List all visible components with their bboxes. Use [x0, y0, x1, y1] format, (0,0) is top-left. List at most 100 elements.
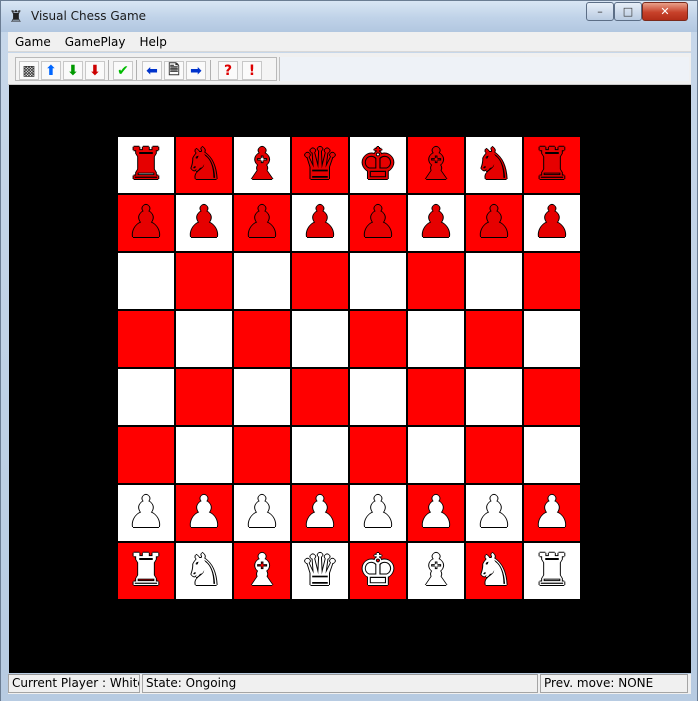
square-e2[interactable]: ♟ [349, 484, 407, 542]
square-a8[interactable]: ♜ [117, 136, 175, 194]
square-g1[interactable]: ♞ [465, 542, 523, 600]
square-h5[interactable] [523, 310, 581, 368]
white-knight-icon[interactable]: ♞ [184, 549, 223, 593]
square-e3[interactable] [349, 426, 407, 484]
square-b7[interactable]: ♟ [175, 194, 233, 252]
square-b5[interactable] [175, 310, 233, 368]
square-d2[interactable]: ♟ [291, 484, 349, 542]
hint-button[interactable]: ? [218, 61, 238, 80]
black-pawn-icon[interactable]: ♟ [358, 201, 397, 245]
square-e8[interactable]: ♚ [349, 136, 407, 194]
black-pawn-icon[interactable]: ♟ [184, 201, 223, 245]
square-e6[interactable] [349, 252, 407, 310]
black-queen-icon[interactable]: ♛ [300, 143, 339, 187]
square-h7[interactable]: ♟ [523, 194, 581, 252]
square-f5[interactable] [407, 310, 465, 368]
white-knight-icon[interactable]: ♞ [474, 549, 513, 593]
square-f1[interactable]: ♝ [407, 542, 465, 600]
black-knight-icon[interactable]: ♞ [474, 143, 513, 187]
maximize-button[interactable]: □ [614, 2, 642, 21]
black-pawn-icon[interactable]: ♟ [242, 201, 281, 245]
square-g8[interactable]: ♞ [465, 136, 523, 194]
white-rook-icon[interactable]: ♜ [532, 549, 571, 593]
square-c3[interactable] [233, 426, 291, 484]
square-h8[interactable]: ♜ [523, 136, 581, 194]
square-e5[interactable] [349, 310, 407, 368]
square-b6[interactable] [175, 252, 233, 310]
square-a5[interactable] [117, 310, 175, 368]
square-g7[interactable]: ♟ [465, 194, 523, 252]
black-pawn-icon[interactable]: ♟ [416, 201, 455, 245]
black-knight-icon[interactable]: ♞ [184, 143, 223, 187]
square-d3[interactable] [291, 426, 349, 484]
square-g4[interactable] [465, 368, 523, 426]
square-h1[interactable]: ♜ [523, 542, 581, 600]
square-f6[interactable] [407, 252, 465, 310]
square-c5[interactable] [233, 310, 291, 368]
chess-board[interactable]: ♜ ♞ ♝ ♛ ♚ ♝ ♞ ♜ ♟ ♟ ♟ ♟ ♟ ♟ ♟ ♟ ♟ ♟ ♟ ♟ ♟ ♟ ♟ ♟ ♜ ♞ ♝ ♛ ♚ ♝ ♞ ♜ [117, 136, 581, 600]
square-c7[interactable]: ♟ [233, 194, 291, 252]
load-game-button[interactable]: ⬇ [63, 61, 83, 80]
square-g3[interactable] [465, 426, 523, 484]
square-g6[interactable] [465, 252, 523, 310]
square-g2[interactable]: ♟ [465, 484, 523, 542]
square-e4[interactable] [349, 368, 407, 426]
white-bishop-icon[interactable]: ♝ [242, 549, 281, 593]
square-h3[interactable] [523, 426, 581, 484]
save-game-button[interactable]: ⬇ [85, 61, 105, 80]
black-rook-icon[interactable]: ♜ [126, 143, 165, 187]
square-h2[interactable]: ♟ [523, 484, 581, 542]
white-pawn-icon[interactable]: ♟ [532, 491, 571, 535]
square-b4[interactable] [175, 368, 233, 426]
black-pawn-icon[interactable]: ♟ [474, 201, 513, 245]
square-f8[interactable]: ♝ [407, 136, 465, 194]
black-pawn-icon[interactable]: ♟ [300, 201, 339, 245]
black-bishop-icon[interactable]: ♝ [242, 143, 281, 187]
square-e1[interactable]: ♚ [349, 542, 407, 600]
square-c6[interactable] [233, 252, 291, 310]
white-queen-icon[interactable]: ♛ [300, 549, 339, 593]
square-a1[interactable]: ♜ [117, 542, 175, 600]
white-rook-icon[interactable]: ♜ [126, 549, 165, 593]
alert-button[interactable]: ! [242, 61, 262, 80]
white-pawn-icon[interactable]: ♟ [184, 491, 223, 535]
square-h4[interactable] [523, 368, 581, 426]
square-d7[interactable]: ♟ [291, 194, 349, 252]
square-b1[interactable]: ♞ [175, 542, 233, 600]
square-d5[interactable] [291, 310, 349, 368]
square-h6[interactable] [523, 252, 581, 310]
white-pawn-icon[interactable]: ♟ [126, 491, 165, 535]
square-c8[interactable]: ♝ [233, 136, 291, 194]
upload-button[interactable]: ⬆ [41, 61, 61, 80]
square-f4[interactable] [407, 368, 465, 426]
square-d4[interactable] [291, 368, 349, 426]
title-bar[interactable]: ♜ Visual Chess Game – □ ✕ [1, 1, 697, 32]
square-a6[interactable] [117, 252, 175, 310]
white-pawn-icon[interactable]: ♟ [416, 491, 455, 535]
square-b2[interactable]: ♟ [175, 484, 233, 542]
square-f2[interactable]: ♟ [407, 484, 465, 542]
undo-move-button[interactable]: ⬅ [142, 61, 162, 80]
square-c1[interactable]: ♝ [233, 542, 291, 600]
square-a2[interactable]: ♟ [117, 484, 175, 542]
black-rook-icon[interactable]: ♜ [532, 143, 571, 187]
redo-move-button[interactable]: ➡ [186, 61, 206, 80]
square-c2[interactable]: ♟ [233, 484, 291, 542]
move-list-button[interactable]: 🗎 [164, 61, 184, 80]
new-board-button[interactable]: ▩ [19, 61, 39, 80]
white-pawn-icon[interactable]: ♟ [474, 491, 513, 535]
confirm-move-button[interactable]: ✔ [113, 61, 133, 80]
square-f3[interactable] [407, 426, 465, 484]
square-g5[interactable] [465, 310, 523, 368]
white-pawn-icon[interactable]: ♟ [358, 491, 397, 535]
square-d1[interactable]: ♛ [291, 542, 349, 600]
white-pawn-icon[interactable]: ♟ [300, 491, 339, 535]
menu-gameplay[interactable]: GamePlay [58, 32, 133, 52]
black-king-icon[interactable]: ♚ [358, 143, 397, 187]
square-d8[interactable]: ♛ [291, 136, 349, 194]
square-e7[interactable]: ♟ [349, 194, 407, 252]
menu-game[interactable]: Game [8, 32, 58, 52]
close-button[interactable]: ✕ [642, 2, 688, 21]
white-pawn-icon[interactable]: ♟ [242, 491, 281, 535]
square-d6[interactable] [291, 252, 349, 310]
